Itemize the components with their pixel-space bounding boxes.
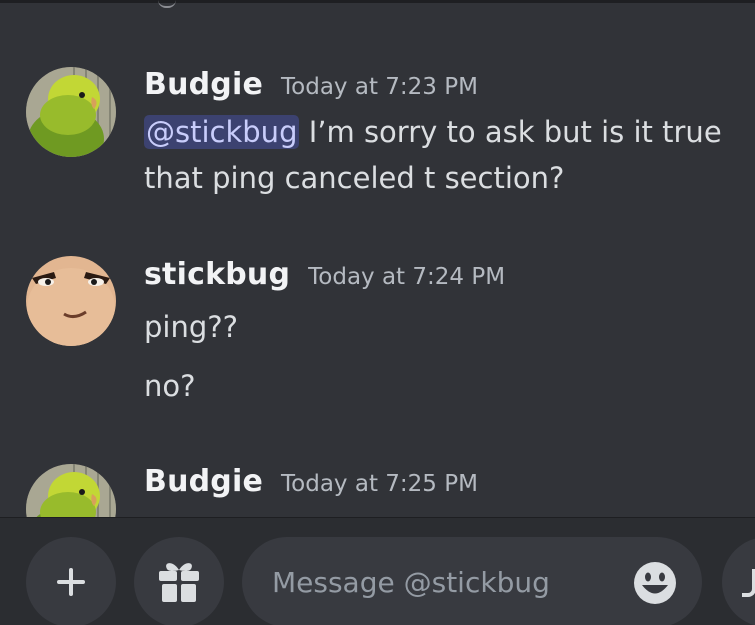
message-list[interactable]: Budgie Today at 7:23 PM @stickbug I’m so… [0, 0, 755, 517]
message-line: that ping canceled t section? [144, 158, 564, 198]
message-text: I’m sorry to ask but is it true [299, 115, 722, 149]
message-header: Budgie Today at 7:23 PM [144, 67, 478, 102]
stickbug-avatar[interactable] [26, 256, 116, 346]
roblox-face-icon [26, 256, 116, 346]
emoji-button[interactable] [632, 560, 678, 606]
budgie-avatar[interactable] [26, 464, 116, 517]
message-line: no? [144, 366, 196, 406]
budgie-parakeet-icon [26, 67, 116, 157]
gift-icon [159, 563, 199, 602]
author-name[interactable]: Budgie [144, 67, 263, 102]
attach-plus-button[interactable] [26, 537, 116, 625]
emoji-icon [634, 562, 676, 604]
microphone-icon [742, 569, 755, 597]
budgie-avatar[interactable] [26, 67, 116, 157]
dm-chat-screen: Budgie Today at 7:23 PM @stickbug I’m so… [0, 0, 755, 625]
message-header: Budgie Today at 7:25 PM [144, 464, 478, 499]
author-name[interactable]: stickbug [144, 257, 290, 292]
user-mention[interactable]: @stickbug [144, 115, 300, 149]
author-name[interactable]: Budgie [144, 464, 263, 499]
message-line: ping?? [144, 307, 238, 347]
message-text: ping?? [144, 310, 239, 344]
message-line: @stickbug I’m sorry to ask but is it tru… [144, 112, 722, 152]
message-timestamp: Today at 7:23 PM [281, 74, 478, 100]
message-text: that ping canceled t section? [144, 161, 565, 195]
message-header: stickbug Today at 7:24 PM [144, 257, 505, 292]
budgie-parakeet-icon [26, 464, 116, 517]
message-timestamp: Today at 7:24 PM [308, 264, 506, 290]
gift-button[interactable] [134, 537, 224, 625]
message-text: no? [144, 369, 196, 403]
message-timestamp: Today at 7:25 PM [281, 471, 478, 497]
